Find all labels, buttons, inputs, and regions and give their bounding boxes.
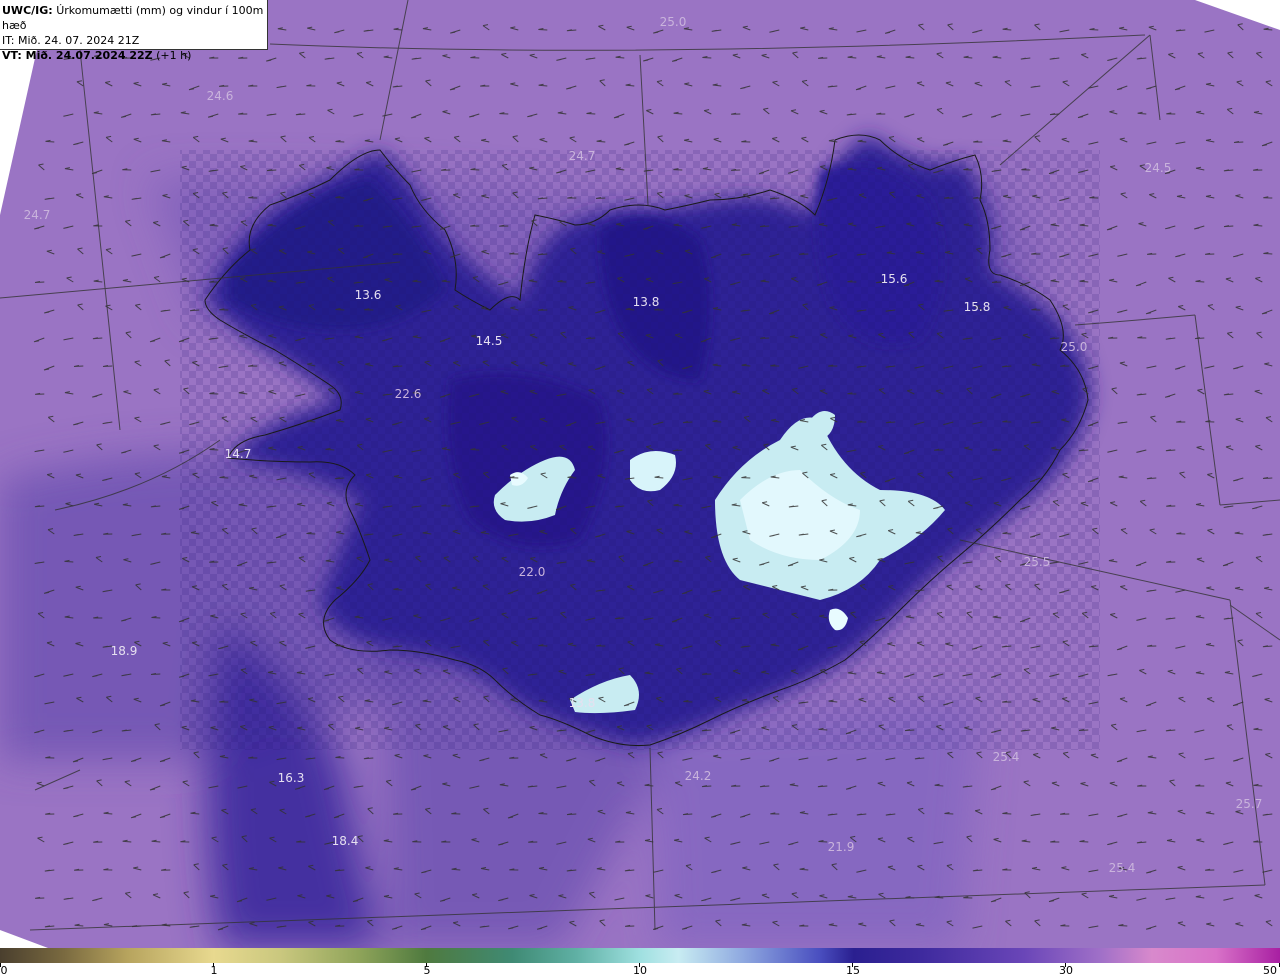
precipitation-field (0, 0, 1280, 948)
valid-time: VT: Mið. 24.07.2024 22Z (+1 h) (2, 49, 192, 62)
value-label: 25.0 (659, 15, 687, 29)
value-label: 24.6 (206, 89, 234, 103)
value-label: 24.7 (568, 149, 596, 163)
value-label: 24.2 (684, 769, 712, 783)
value-label: 24.5 (1144, 161, 1172, 175)
value-label: 13.6 (354, 288, 382, 302)
initial-time: IT: Mið. 24. 07. 2024 21Z (2, 34, 140, 47)
colorbar-tick-label: 5 (423, 964, 431, 977)
value-label: 22.6 (394, 387, 422, 401)
colorbar-tick-label: 15 (846, 964, 860, 977)
value-label: 22.0 (518, 565, 546, 579)
colorbar-tick-label: 1 (210, 964, 218, 977)
value-label: 25.4 (1108, 861, 1136, 875)
value-label: 14.7 (224, 447, 252, 461)
forecast-info-box: UWC/IG: Úrkomumætti (mm) og vindur í 100… (0, 0, 268, 62)
value-label: 25.0 (1060, 340, 1088, 354)
value-label: 25.4 (992, 750, 1020, 764)
value-label: 18.9 (110, 644, 138, 658)
value-label: 24.7 (23, 208, 51, 222)
value-label: 25.5 (1023, 555, 1051, 569)
value-label: 13.8 (632, 295, 660, 309)
colorbar-tick-label: 0 (0, 964, 8, 977)
value-label: 18.4 (331, 834, 359, 848)
weather-map: 25.0 24.6 24.7 24.7 24.5 13.6 13.8 15.6 … (0, 0, 1280, 948)
colorbar: 0 1 5 10 15 30 50 (0, 948, 1280, 978)
value-label: 13.8 (568, 696, 596, 710)
colorbar-tick-label: 10 (633, 964, 647, 977)
colorbar-gradient (0, 948, 1280, 963)
colorbar-tick-label: 50 (1263, 964, 1277, 977)
value-label: 14.5 (475, 334, 503, 348)
value-label: 25.7 (1235, 797, 1263, 811)
value-label: 15.6 (880, 272, 908, 286)
product-title: UWC/IG: Úrkomumætti (mm) og vindur í 100… (2, 4, 264, 32)
colorbar-tick-label: 30 (1059, 964, 1073, 977)
value-label: 16.3 (277, 771, 305, 785)
value-label: 15.8 (963, 300, 991, 314)
value-label: 21.9 (827, 840, 855, 854)
